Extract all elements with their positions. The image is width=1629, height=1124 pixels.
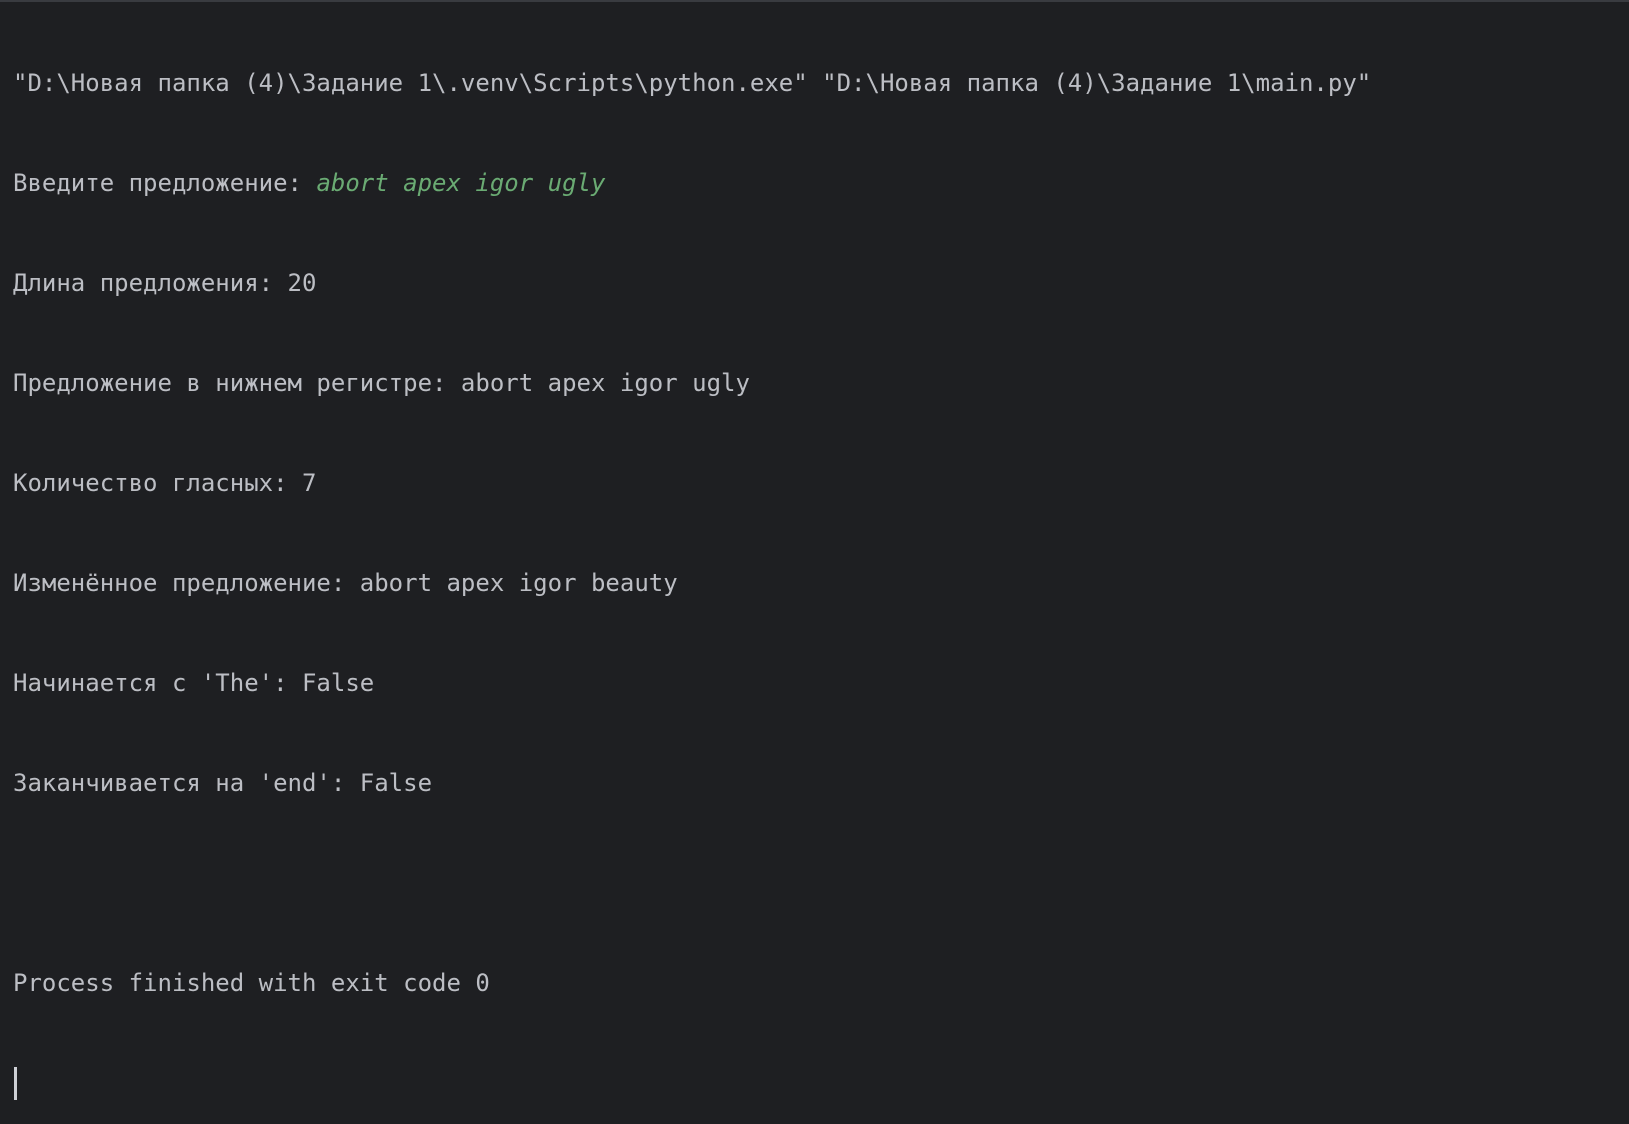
input-prompt-line: Введите предложение: abort apex igor ugl… bbox=[13, 161, 1613, 205]
user-input-text: abort apex igor ugly bbox=[316, 169, 606, 197]
command-line: "D:\Новая папка (4)\Задание 1\.venv\Scri… bbox=[13, 69, 1372, 97]
output-line-modified: Изменённое предложение: abort apex igor … bbox=[13, 569, 678, 597]
input-line[interactable] bbox=[13, 1061, 1613, 1105]
output-line-lowercase: Предложение в нижнем регистре: abort ape… bbox=[13, 369, 750, 397]
text-cursor bbox=[14, 1067, 17, 1100]
output-line-ends-with: Заканчивается на 'end': False bbox=[13, 769, 433, 797]
output-line-vowels: Количество гласных: 7 bbox=[13, 469, 317, 497]
output-line-starts-with: Начинается с 'The': False bbox=[13, 669, 375, 697]
output-line-length: Длина предложения: 20 bbox=[13, 269, 317, 297]
run-console[interactable]: "D:\Новая папка (4)\Задание 1\.venv\Scri… bbox=[13, 5, 1613, 1124]
exit-message: Process finished with exit code 0 bbox=[13, 969, 490, 997]
prompt-label: Введите предложение: bbox=[13, 169, 317, 197]
panel-top-border bbox=[0, 0, 1629, 2]
